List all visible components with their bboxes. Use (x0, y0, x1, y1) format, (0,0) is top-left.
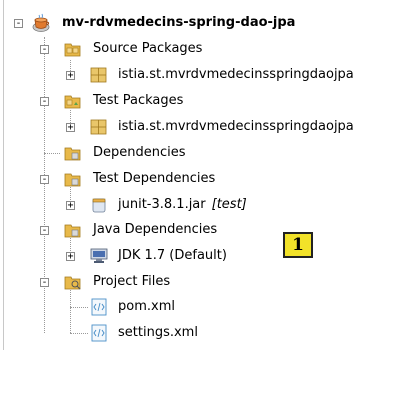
collapse-toggle[interactable]: - (40, 278, 49, 288)
xml-file-icon (90, 298, 108, 316)
junit-jar-name: junit-3.8.1.jar (118, 197, 206, 212)
tree-guide (70, 290, 71, 333)
tree-guide (70, 333, 88, 334)
pom-xml-label[interactable]: pom.xml (118, 298, 175, 316)
left-border (3, 0, 4, 350)
expand-toggle[interactable]: + (66, 252, 75, 262)
collapse-toggle[interactable]: - (14, 19, 23, 29)
jar-icon (90, 196, 108, 214)
expand-toggle[interactable]: + (66, 123, 75, 133)
collapse-toggle[interactable]: - (40, 45, 49, 55)
tree-guide (44, 37, 45, 333)
root-project-label[interactable]: mv-rdvmedecins-spring-dao-jpa (62, 14, 295, 32)
package-icon (90, 66, 108, 84)
maven-project-icon (31, 13, 50, 32)
test-package-label[interactable]: istia.st.mvrdvmedecinsspringdaojpa (118, 118, 354, 136)
source-package-label[interactable]: istia.st.mvrdvmedecinsspringdaojpa (118, 66, 354, 84)
jdk-icon (90, 247, 108, 265)
dependencies-folder-icon (64, 144, 82, 162)
project-files-folder-icon (64, 273, 82, 291)
collapse-toggle[interactable]: - (40, 97, 49, 107)
xml-file-icon (90, 324, 108, 342)
collapse-toggle[interactable]: - (40, 226, 49, 236)
tree-guide (70, 307, 88, 308)
jdk-label[interactable]: JDK 1.7 (Default) (118, 247, 227, 265)
dependencies-folder-icon (64, 170, 82, 188)
test-packages-label[interactable]: Test Packages (93, 92, 183, 110)
expand-toggle[interactable]: + (66, 201, 75, 211)
dependencies-folder-icon (64, 221, 82, 239)
java-dependencies-label[interactable]: Java Dependencies (93, 221, 217, 239)
collapse-toggle[interactable]: - (40, 175, 49, 185)
test-dependencies-label[interactable]: Test Dependencies (93, 170, 215, 188)
junit-jar-label[interactable]: junit-3.8.1.jar [test] (118, 196, 247, 214)
settings-xml-label[interactable]: settings.xml (118, 324, 198, 342)
annotation-badge: 1 (283, 232, 313, 258)
project-files-label[interactable]: Project Files (93, 273, 170, 291)
source-packages-label[interactable]: Source Packages (93, 40, 202, 58)
expand-toggle[interactable]: + (66, 71, 75, 81)
package-icon (90, 118, 108, 136)
tree-guide (44, 153, 60, 154)
junit-jar-scope: [test] (211, 197, 247, 212)
dependencies-label[interactable]: Dependencies (93, 144, 186, 162)
test-folder-icon (64, 92, 82, 110)
source-folder-icon (64, 40, 82, 58)
